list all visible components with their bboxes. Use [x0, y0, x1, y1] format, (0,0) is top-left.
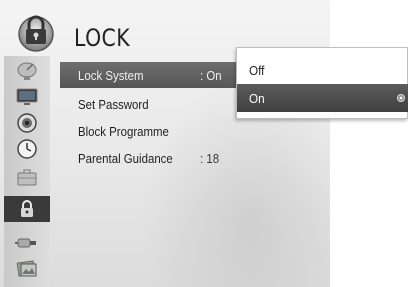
photo-icon	[16, 260, 37, 277]
briefcase-icon	[17, 169, 37, 186]
menu-item-lock-system[interactable]: Lock System : On	[60, 62, 240, 88]
sidebar-item-lock[interactable]	[4, 196, 50, 222]
option-label: Off	[249, 62, 265, 78]
clock-icon	[17, 139, 37, 159]
speaker-icon	[17, 113, 37, 133]
padlock-icon	[21, 200, 33, 217]
osd-panel: LOCK Lock System: On Set Password Block…	[0, 0, 330, 287]
menu-item-label: Lock System	[78, 67, 144, 83]
menu-item-parental-guidance[interactable]: Parental Guidance : 18	[60, 145, 240, 171]
plug-icon	[15, 238, 36, 248]
menu-item-label: Set Password	[78, 96, 149, 112]
menu-item-value: : On	[200, 67, 222, 83]
option-off[interactable]: Off	[237, 56, 408, 84]
lock-system-dropdown: Off On	[236, 47, 408, 119]
menu-item-label: Parental Guidance	[78, 150, 173, 166]
satellite-dish-icon	[17, 62, 37, 80]
sidebar-item-input[interactable]	[9, 232, 45, 254]
tv-screen: LOCK Lock System: On Set Password Block…	[0, 0, 408, 287]
menu-item-block-programme[interactable]: Block Programme	[60, 118, 240, 144]
menu-item-label: Block Programme	[78, 123, 169, 139]
sidebar-item-media[interactable]	[9, 258, 45, 280]
category-sidebar	[4, 56, 50, 287]
menu-item-value: : 18	[200, 150, 220, 166]
option-on[interactable]: On	[237, 84, 408, 112]
page-title: LOCK	[74, 24, 131, 52]
radio-selected-icon	[397, 94, 405, 102]
option-label: On	[249, 90, 265, 106]
sidebar-item-option[interactable]	[9, 166, 45, 188]
sidebar-item-audio[interactable]	[9, 112, 45, 134]
sidebar-item-satellite[interactable]	[9, 60, 45, 82]
padlock-icon	[16, 10, 56, 52]
sidebar-item-time[interactable]	[9, 138, 45, 160]
menu-item-set-password[interactable]: Set Password	[60, 91, 240, 117]
monitor-icon	[16, 88, 38, 105]
sidebar-item-picture[interactable]	[9, 86, 45, 108]
